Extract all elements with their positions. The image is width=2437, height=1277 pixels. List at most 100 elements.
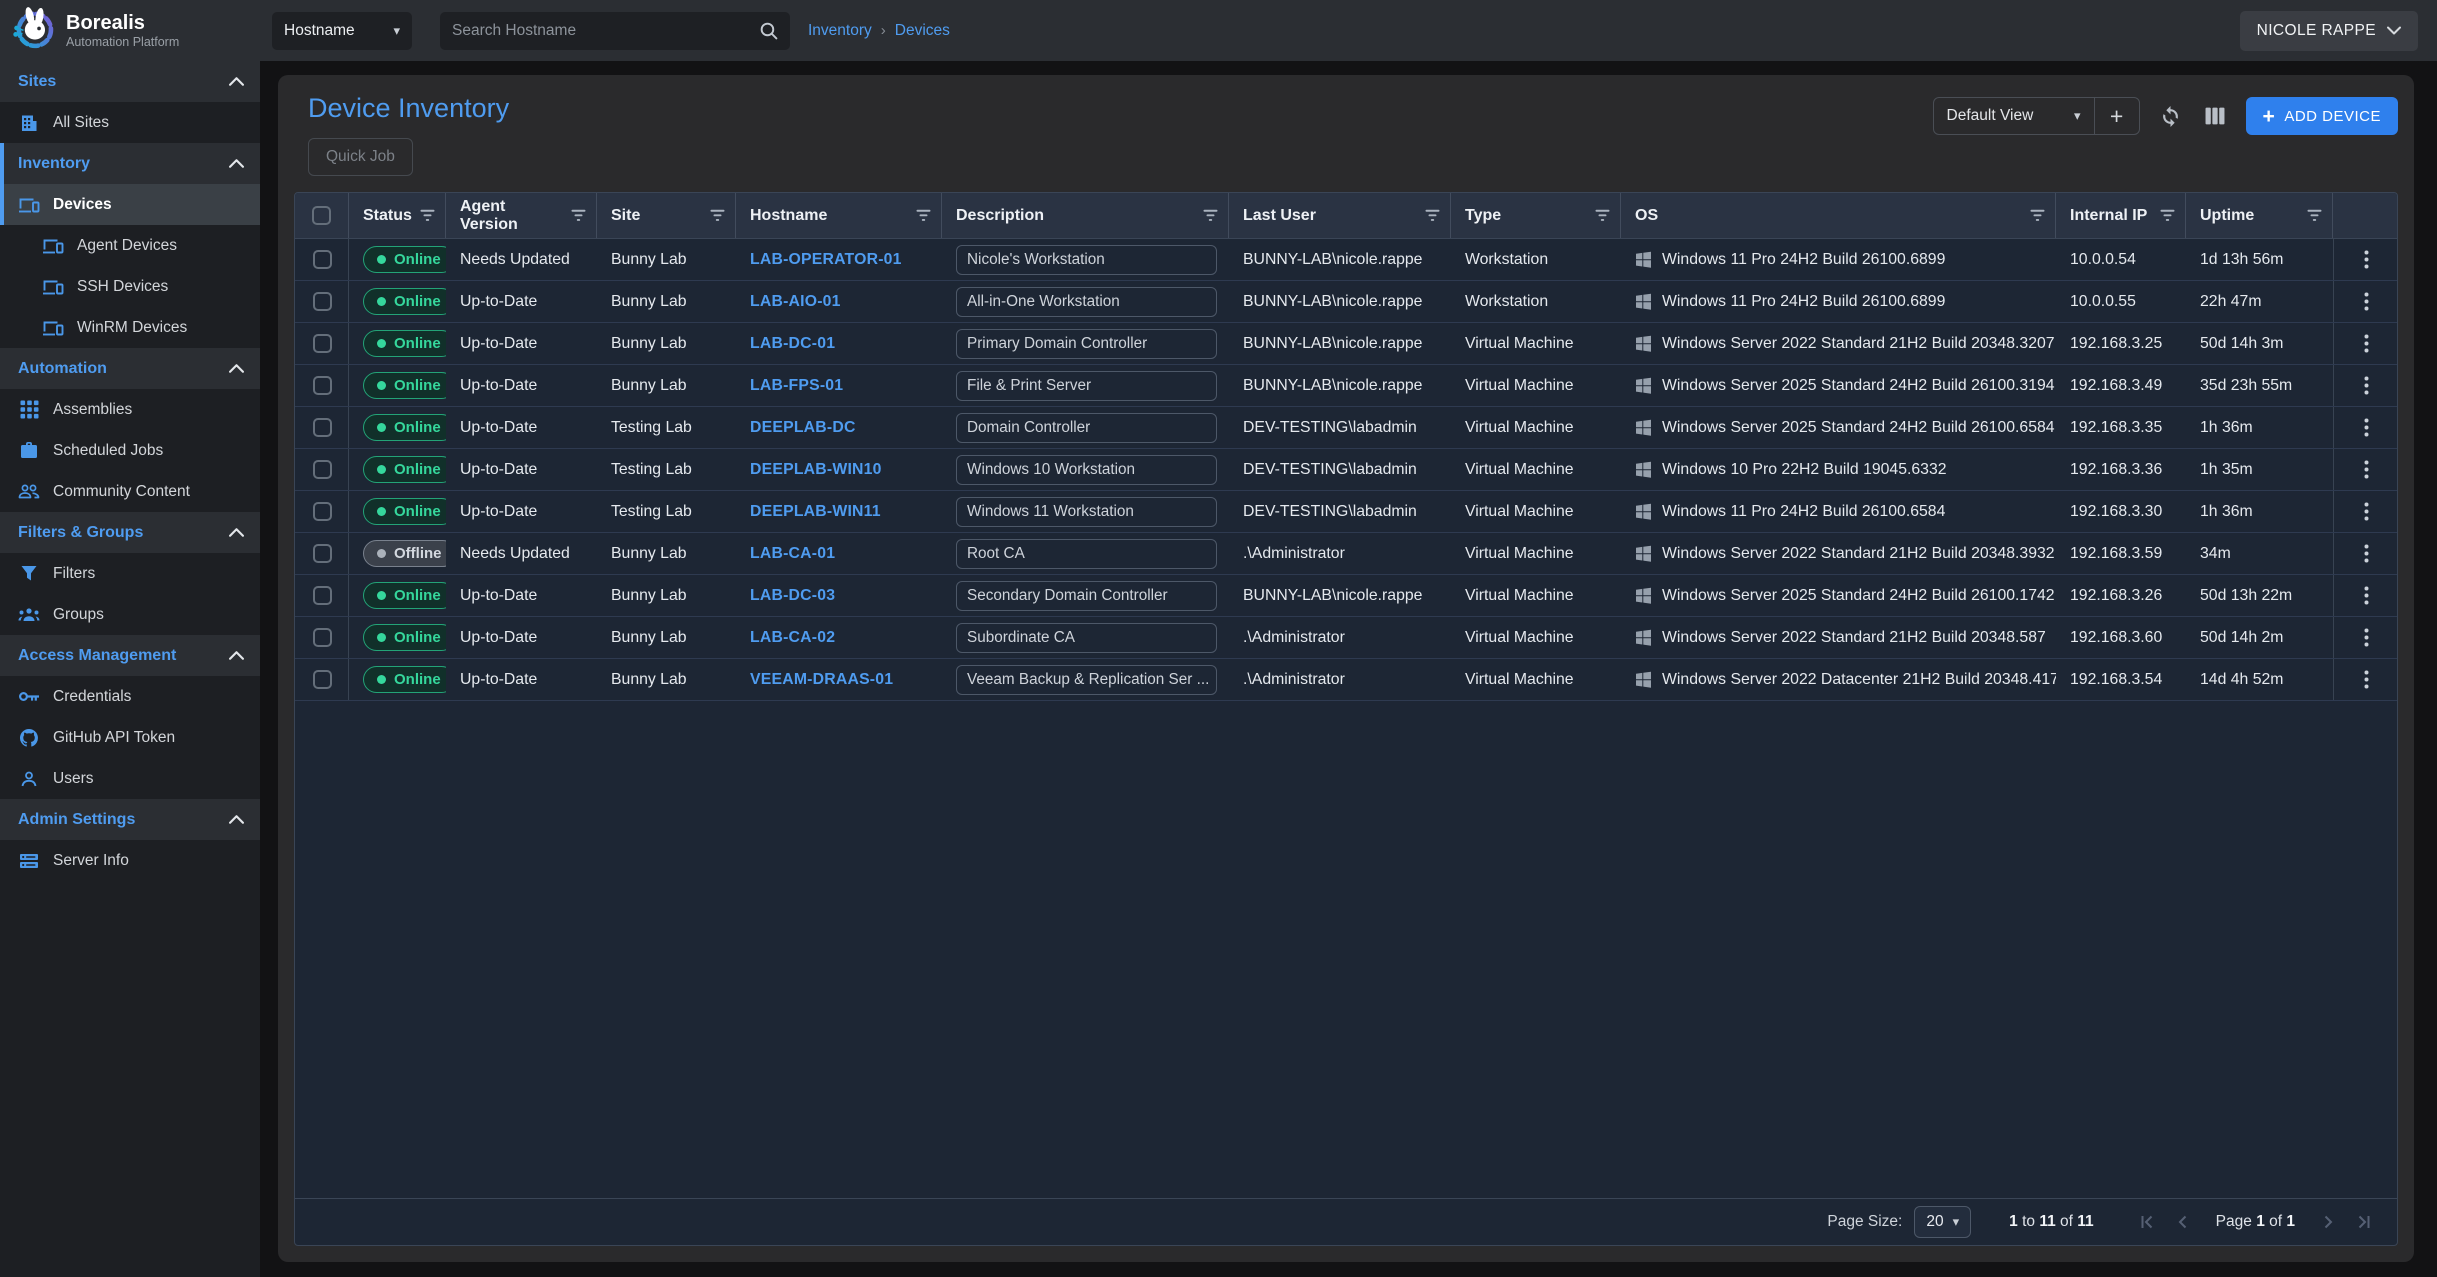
- cell-actions: [2333, 239, 2397, 280]
- filter-icon[interactable]: [710, 209, 725, 222]
- sidebar-item-github-api-token[interactable]: GitHub API Token: [0, 717, 260, 758]
- cell-actions: [2333, 407, 2397, 448]
- hostname-link[interactable]: LAB-CA-01: [750, 545, 835, 563]
- sidebar-section-sites[interactable]: Sites: [0, 61, 260, 102]
- description-field[interactable]: Windows 10 Workstation: [956, 455, 1217, 485]
- cell-hostname: LAB-DC-01: [736, 323, 942, 364]
- hostname-link[interactable]: LAB-OPERATOR-01: [750, 251, 902, 269]
- filter-icon[interactable]: [2030, 209, 2045, 222]
- sidebar-section-inventory[interactable]: Inventory: [0, 143, 260, 184]
- row-checkbox[interactable]: [313, 670, 332, 689]
- add-device-button[interactable]: + ADD DEVICE: [2246, 97, 2398, 135]
- row-checkbox[interactable]: [313, 292, 332, 311]
- hostname-link[interactable]: LAB-CA-02: [750, 629, 835, 647]
- hostname-link[interactable]: LAB-DC-03: [750, 587, 835, 605]
- cell-select: [295, 365, 349, 406]
- row-actions-button[interactable]: [2356, 246, 2377, 273]
- row-actions-button[interactable]: [2356, 540, 2377, 567]
- add-view-button[interactable]: +: [2095, 98, 2139, 134]
- row-checkbox[interactable]: [313, 460, 332, 479]
- columns-button[interactable]: [2201, 103, 2229, 129]
- sidebar-item-credentials[interactable]: Credentials: [0, 676, 260, 717]
- sidebar-item-assemblies[interactable]: Assemblies: [0, 389, 260, 430]
- row-checkbox[interactable]: [313, 502, 332, 521]
- hostname-link[interactable]: LAB-DC-01: [750, 335, 835, 353]
- filter-icon[interactable]: [2160, 209, 2175, 222]
- description-field[interactable]: File & Print Server: [956, 371, 1217, 401]
- hostname-link[interactable]: LAB-AIO-01: [750, 293, 841, 311]
- sidebar-item-users[interactable]: Users: [0, 758, 260, 799]
- sidebar-item-agent-devices[interactable]: Agent Devices: [0, 225, 260, 266]
- row-checkbox[interactable]: [313, 334, 332, 353]
- row-actions-button[interactable]: [2356, 414, 2377, 441]
- sidebar-item-winrm-devices[interactable]: WinRM Devices: [0, 307, 260, 348]
- sidebar-item-scheduled-jobs[interactable]: Scheduled Jobs: [0, 430, 260, 471]
- search-field-selector[interactable]: Hostname ▾: [272, 12, 412, 50]
- description-field[interactable]: Nicole's Workstation: [956, 245, 1217, 275]
- sidebar-section-automation[interactable]: Automation: [0, 348, 260, 389]
- last-page-button[interactable]: [2353, 1211, 2375, 1233]
- search-icon[interactable]: [759, 21, 778, 40]
- description-field[interactable]: Domain Controller: [956, 413, 1217, 443]
- hostname-link[interactable]: DEEPLAB-DC: [750, 419, 856, 437]
- sidebar-item-server-info[interactable]: Server Info: [0, 840, 260, 881]
- row-checkbox[interactable]: [313, 586, 332, 605]
- description-field[interactable]: Subordinate CA: [956, 623, 1217, 653]
- hostname-link[interactable]: DEEPLAB-WIN11: [750, 503, 881, 521]
- sidebar-item-filters[interactable]: Filters: [0, 553, 260, 594]
- description-field[interactable]: Root CA: [956, 539, 1217, 569]
- view-selector[interactable]: Default View ▾: [1934, 98, 2094, 134]
- row-checkbox[interactable]: [313, 628, 332, 647]
- breadcrumb-inventory[interactable]: Inventory: [808, 22, 872, 40]
- filter-icon[interactable]: [571, 209, 586, 222]
- row-actions-button[interactable]: [2356, 288, 2377, 315]
- cell-internal_ip: 192.168.3.49: [2056, 365, 2186, 406]
- breadcrumb-devices[interactable]: Devices: [895, 22, 950, 40]
- row-checkbox[interactable]: [313, 418, 332, 437]
- row-checkbox[interactable]: [313, 544, 332, 563]
- cell-actions: [2333, 575, 2397, 616]
- hostname-link[interactable]: VEEAM-DRAAS-01: [750, 671, 893, 689]
- sidebar-item-community-content[interactable]: Community Content: [0, 471, 260, 512]
- hostname-link[interactable]: LAB-FPS-01: [750, 377, 843, 395]
- select-all-checkbox[interactable]: [312, 206, 331, 225]
- next-page-button[interactable]: [2317, 1211, 2339, 1233]
- row-actions-button[interactable]: [2356, 456, 2377, 483]
- sidebar-section-access-management[interactable]: Access Management: [0, 635, 260, 676]
- description-field[interactable]: Secondary Domain Controller: [956, 581, 1217, 611]
- sidebar-section-filters-groups[interactable]: Filters & Groups: [0, 512, 260, 553]
- sidebar-item-devices[interactable]: Devices: [0, 184, 260, 225]
- sidebar-section-admin-settings[interactable]: Admin Settings: [0, 799, 260, 840]
- filter-icon[interactable]: [916, 209, 931, 222]
- filter-icon[interactable]: [420, 209, 435, 222]
- description-field[interactable]: All-in-One Workstation: [956, 287, 1217, 317]
- row-actions-button[interactable]: [2356, 582, 2377, 609]
- row-actions-button[interactable]: [2356, 624, 2377, 651]
- first-page-button[interactable]: [2136, 1211, 2158, 1233]
- cell-last_user: DEV-TESTING\labadmin: [1229, 449, 1451, 490]
- row-actions-button[interactable]: [2356, 372, 2377, 399]
- refresh-button[interactable]: [2155, 101, 2186, 132]
- sidebar-item-all-sites[interactable]: All Sites: [0, 102, 260, 143]
- hostname-link[interactable]: DEEPLAB-WIN10: [750, 461, 882, 479]
- filter-icon[interactable]: [2307, 209, 2322, 222]
- filter-icon[interactable]: [1203, 209, 1218, 222]
- filter-icon[interactable]: [1595, 209, 1610, 222]
- page-size-select[interactable]: 20 ▾: [1914, 1206, 1971, 1238]
- description-field[interactable]: Windows 11 Workstation: [956, 497, 1217, 527]
- sidebar-item-ssh-devices[interactable]: SSH Devices: [0, 266, 260, 307]
- search-input[interactable]: [452, 22, 759, 40]
- description-field[interactable]: Veeam Backup & Replication Ser ...: [956, 665, 1217, 695]
- user-menu-button[interactable]: NICOLE RAPPE: [2240, 11, 2418, 51]
- row-actions-button[interactable]: [2356, 330, 2377, 357]
- table-row: OfflineNeeds UpdatedBunny LabLAB-CA-01Ro…: [295, 533, 2397, 575]
- row-checkbox[interactable]: [313, 250, 332, 269]
- row-actions-button[interactable]: [2356, 498, 2377, 525]
- quick-job-button[interactable]: Quick Job: [308, 138, 413, 176]
- sidebar-item-groups[interactable]: Groups: [0, 594, 260, 635]
- filter-icon[interactable]: [1425, 209, 1440, 222]
- row-checkbox[interactable]: [313, 376, 332, 395]
- description-field[interactable]: Primary Domain Controller: [956, 329, 1217, 359]
- prev-page-button[interactable]: [2172, 1211, 2194, 1233]
- row-actions-button[interactable]: [2356, 666, 2377, 693]
